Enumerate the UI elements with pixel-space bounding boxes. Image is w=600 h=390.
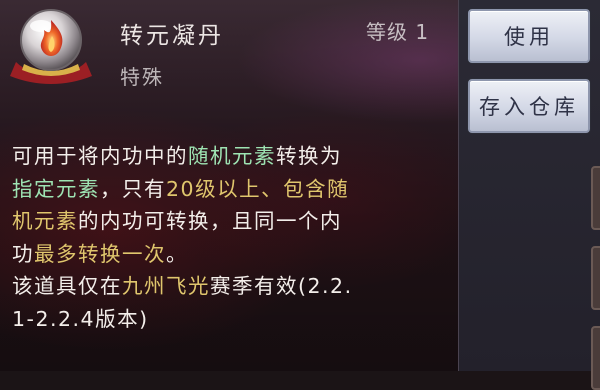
description-line: 该道具仅在九州飞光赛季有效(2.2. bbox=[12, 270, 452, 303]
description-line: 指定元素，只有20级以上、包含随 bbox=[12, 173, 452, 206]
description-text: 的内功可转换，且同一个内 bbox=[78, 209, 342, 233]
description-line: 可用于将内功中的随机元素转换为 bbox=[12, 140, 452, 173]
highlight-text: 九州飞光 bbox=[122, 274, 210, 298]
item-name: 转元凝丹 bbox=[120, 23, 224, 49]
highlight-text: 指定元素 bbox=[12, 176, 100, 201]
description-text: ，只有 bbox=[100, 176, 166, 201]
inventory-slot[interactable] bbox=[591, 326, 600, 390]
description-line: 功最多转换一次。 bbox=[12, 238, 452, 271]
use-button[interactable]: 使用 bbox=[468, 9, 590, 63]
store-in-warehouse-button[interactable]: 存入仓库 bbox=[468, 79, 590, 133]
highlight-text: 机元素 bbox=[12, 209, 78, 233]
description-text: 功 bbox=[12, 241, 34, 266]
inventory-slot[interactable] bbox=[591, 246, 600, 310]
description-text: 该道具仅在 bbox=[12, 274, 122, 298]
inventory-slot[interactable] bbox=[591, 166, 600, 230]
description-line: 机元素的内功可转换，且同一个内 bbox=[12, 205, 452, 238]
red-gem-orb-icon bbox=[10, 9, 92, 84]
highlight-text: 20级以上、包含随 bbox=[166, 176, 350, 201]
description-text: 可用于将内功中的 bbox=[12, 144, 188, 168]
action-column: 使用 存入仓库 bbox=[458, 0, 600, 390]
highlight-text: 最多转换一次 bbox=[34, 241, 166, 266]
item-description: 可用于将内功中的随机元素转换为 指定元素，只有20级以上、包含随 机元素的内功可… bbox=[12, 140, 452, 335]
item-tooltip-panel: 转元凝丹 等级 1 特殊 可用于将内功中的随机元素转换为 指定元素，只有20级以… bbox=[0, 0, 458, 371]
description-text: 赛季有效(2.2. bbox=[210, 274, 353, 298]
description-text: 1-2.2.4版本) bbox=[12, 306, 149, 331]
description-text: 转换为 bbox=[276, 144, 342, 168]
description-line: 1-2.2.4版本) bbox=[12, 303, 452, 336]
description-text: 。 bbox=[166, 241, 188, 266]
highlight-text: 随机元素 bbox=[188, 144, 276, 168]
item-type: 特殊 bbox=[120, 65, 164, 89]
item-level: 等级 1 bbox=[366, 20, 430, 44]
